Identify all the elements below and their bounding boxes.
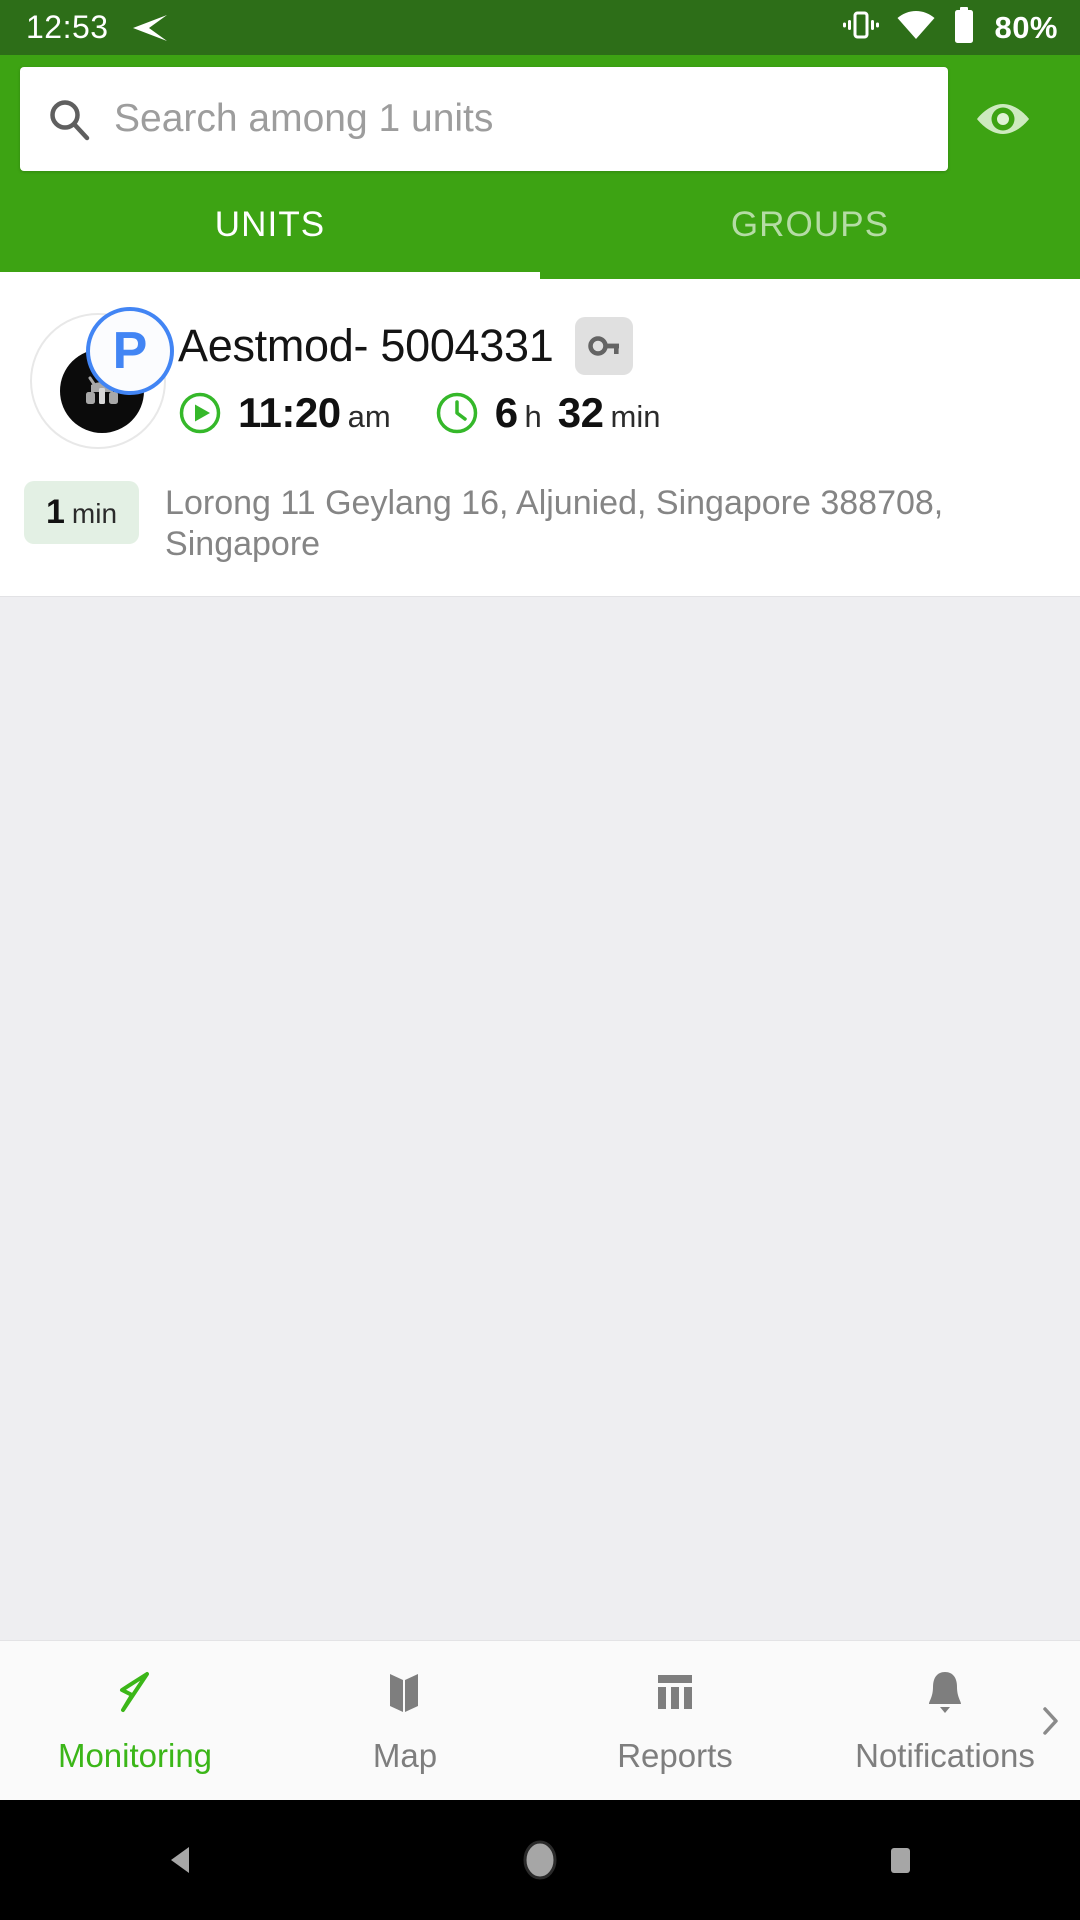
back-triangle-icon[interactable] [0,1837,360,1883]
clock-icon [435,391,479,435]
play-circle-icon [178,391,222,435]
bottom-navigation: Monitoring Map Reports Notifications [0,1640,1080,1800]
battery-icon [952,6,976,49]
unit-top-row: P Aestmod- 5004331 11:20 am 6 h 32 min [24,305,1056,455]
key-icon[interactable] [575,317,634,375]
tab-groups-label: GROUPS [730,205,890,244]
send-icon [129,12,169,44]
search-row [0,55,1080,171]
bell-icon [922,1666,968,1723]
age-value: 1 [46,493,65,531]
status-bar: 12:53 80% [0,0,1080,55]
status-bar-clock: 12:53 [26,9,109,45]
recents-square-icon[interactable] [720,1838,1080,1882]
search-icon [46,96,92,142]
battery-percentage: 80% [994,9,1058,45]
navigation-arrow-icon [109,1666,161,1723]
status-bar-icons: 80% [842,6,1058,49]
nav-label-reports: Reports [617,1737,733,1774]
app-bar: UNITS GROUPS [0,55,1080,279]
nav-item-reports[interactable]: Reports [540,1666,810,1775]
time-meridiem: am [347,399,391,434]
unit-address: Lorong 11 Geylang 16, Aljunied, Singapor… [165,484,944,564]
home-circle-icon[interactable] [360,1835,720,1885]
list-item[interactable]: P Aestmod- 5004331 11:20 am 6 h 32 min 1… [0,279,1080,597]
nav-item-monitoring[interactable]: Monitoring [0,1666,270,1775]
duration-hours-unit: h [524,399,542,434]
app-root: 12:53 80% Search among 1 units UNITS GRO… [0,0,1080,1920]
avatar[interactable]: P [24,307,174,455]
map-icon [382,1666,428,1723]
duration-minutes: 32 [557,389,604,436]
time-value: 11:20 [238,389,341,436]
search-input[interactable] [114,97,922,141]
duration-minutes-unit: min [610,399,661,434]
last-message-time: 11:20 am [178,389,391,437]
chevron-right-icon[interactable] [1036,1699,1066,1743]
tab-bar: UNITS GROUPS [0,171,1080,279]
unit-bottom-row: 1 min Lorong 11 Geylang 16, Aljunied, Si… [24,481,1056,566]
eye-icon[interactable] [948,67,1058,171]
tab-units[interactable]: UNITS [0,171,540,279]
nav-label-notifications: Notifications [855,1737,1035,1774]
vibrate-icon [842,6,880,49]
units-list: P Aestmod- 5004331 11:20 am 6 h 32 min 1… [0,279,1080,1640]
duration-hours: 6 [494,389,518,436]
android-navigation-bar [0,1800,1080,1920]
unit-info: Aestmod- 5004331 11:20 am 6 h 32 min [178,305,1056,437]
parking-status-badge: P [86,307,174,395]
unit-stats: 11:20 am 6 h 32 min [178,389,1056,437]
search-box[interactable] [20,67,948,171]
status-badge: 1 min [24,481,140,544]
wifi-icon [896,9,936,46]
unit-title-row: Aestmod- 5004331 [178,317,1056,375]
tab-units-label: UNITS [214,205,326,244]
age-unit: min [71,498,118,529]
nav-label-map: Map [372,1737,438,1774]
nav-item-map[interactable]: Map [270,1666,540,1775]
tab-groups[interactable]: GROUPS [540,171,1080,279]
reports-table-icon [650,1666,700,1723]
unit-name: Aestmod- 5004331 [178,320,554,371]
duration: 6 h 32 min [435,389,661,437]
tab-active-indicator [0,272,540,279]
nav-label-monitoring: Monitoring [57,1737,213,1774]
